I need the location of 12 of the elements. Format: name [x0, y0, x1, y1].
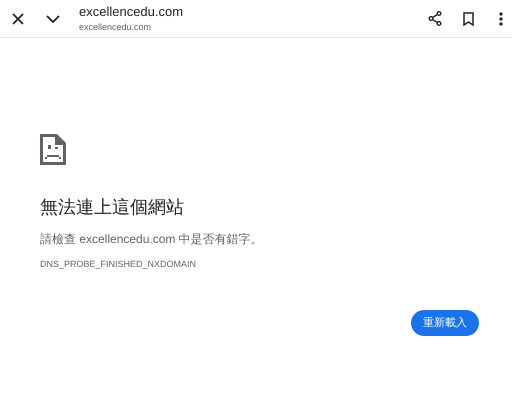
sad-page-icon [40, 134, 66, 165]
error-heading: 無法連上這個網站 [40, 196, 185, 219]
close-icon[interactable] [12, 12, 24, 24]
bookmark-icon[interactable] [463, 12, 474, 26]
error-message: 請檢查 excellencedu.com 中是否有錯字。 [40, 231, 264, 247]
page-title: excellencedu.com [79, 4, 184, 20]
chevron-down-icon[interactable] [46, 14, 60, 22]
more-icon[interactable] [499, 12, 503, 26]
error-code: DNS_PROBE_FINISHED_NXDOMAIN [40, 258, 198, 270]
reload-button[interactable]: 重新載入 [411, 310, 479, 336]
page-url: excellencedu.com [79, 20, 152, 34]
share-icon[interactable] [428, 11, 442, 26]
